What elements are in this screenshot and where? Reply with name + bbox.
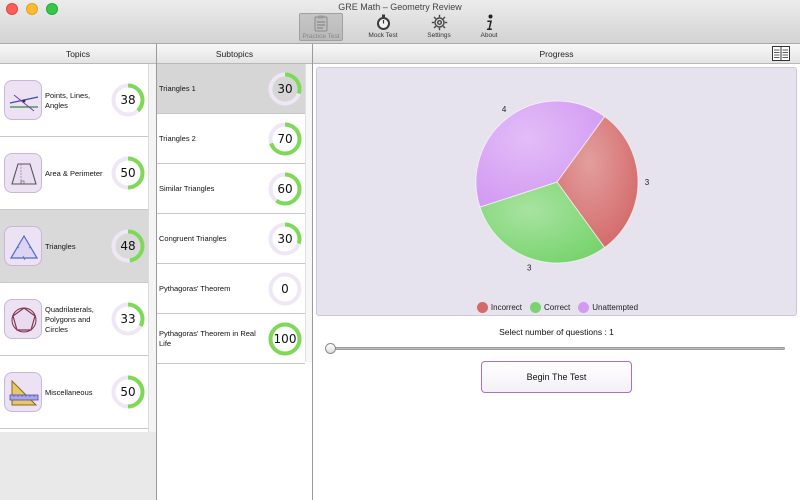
question-count-label: Select number of questions : 1 [499,327,614,337]
window-title: GRE Math – Geometry Review [338,2,462,12]
subtopic-item[interactable]: Pythagoras' Theorem in Real Life 100 [157,314,305,364]
gear-icon [431,14,447,31]
progress-value: 30 [277,232,293,246]
progress-ring: 48 [111,229,145,263]
progress-ring: 100 [268,322,302,356]
polygon-circle-icon [4,299,42,339]
chart-legend: Incorrect Correct Unattempted [317,302,798,313]
progress-ring: 0 [268,272,302,306]
toolbar-label: Practice Test [302,33,340,40]
triangle-icon [4,226,42,266]
progress-value: 100 [273,332,297,346]
chart-panel: 3 3 4 Incorrect Correct Unattempted [316,67,797,316]
subtopic-label: Pythagoras' Theorem in Real Life [159,329,256,348]
subtopic-item[interactable]: Triangles 2 70 [157,114,305,164]
topics-scrollbar[interactable] [148,64,156,432]
topic-label: Triangles [45,241,76,251]
toolbar-practice-test[interactable]: Practice Test [299,13,343,41]
progress-ring: 50 [111,156,145,190]
progress-ring: 70 [268,122,302,156]
progress-header: Progress [313,44,800,64]
subtopic-label: Similar Triangles [159,184,215,193]
topics-pane: Points, Lines, Angles 38 Area & Perimete… [0,64,156,500]
legend-item: Incorrect [476,302,523,313]
legend-label: Unattempted [592,303,639,312]
topic-label: Points, Lines, Angles [45,90,91,110]
toolbar-label: Settings [427,32,451,39]
subtopic-label: Triangles 2 [159,134,196,143]
question-count-slider[interactable] [329,347,785,350]
slider-knob[interactable] [325,343,336,354]
subtopic-label: Congruent Triangles [159,234,227,243]
topic-item[interactable]: Points, Lines, Angles 38 [0,64,148,137]
subtopics-pane: Triangles 1 30 Triangles 2 70 Similar Tr… [157,64,312,500]
progress-value: 38 [120,93,136,107]
progress-ring: 30 [268,222,302,256]
legend-label: Correct [544,303,571,312]
progress-pane: 3 3 4 Incorrect Correct Unattempted Select… [313,64,800,500]
trapezoid-icon [4,153,42,193]
progress-value: 33 [120,312,136,326]
subtopic-item[interactable]: Triangles 1 30 [157,64,305,114]
app-window: GRE Math – Geometry Review Practice Test… [0,0,800,500]
topics-list: Points, Lines, Angles 38 Area & Perimete… [0,64,148,432]
topic-label: Miscellaneous [45,387,93,397]
pie-chart: 3 3 4 [475,100,650,273]
book-icon[interactable] [772,46,790,61]
legend-item: Unattempted [578,302,638,313]
toolbar-label: Mock Test [368,32,398,39]
lines-angles-icon [4,80,42,120]
progress-value: 70 [277,132,293,146]
clipboard-icon [314,15,328,32]
legend-swatch [578,302,590,313]
progress-ring: 60 [268,172,302,206]
subtopics-scrollbar[interactable] [305,64,312,362]
ruler-icon [4,372,42,412]
progress-value: 0 [281,282,289,296]
topic-item[interactable]: Area & Perimeter 50 [0,137,148,210]
progress-value: 50 [120,166,136,180]
topic-item[interactable]: Quadrilaterals, Polygons and Circles 33 [0,283,148,356]
subtopic-item[interactable]: Similar Triangles 60 [157,164,305,214]
topic-label: Area & Perimeter [45,168,103,178]
progress-value: 50 [120,385,136,399]
info-icon [486,14,492,30]
topic-item[interactable]: Triangles 48 [0,210,148,283]
legend-swatch [476,302,488,313]
progress-ring: 33 [111,302,145,336]
subtopic-label: Triangles 1 [159,84,196,93]
toolbar-label: About [480,32,498,39]
progress-ring: 38 [111,83,145,117]
toolbar-mock-test[interactable]: Mock Test [361,13,405,41]
toolbar-about[interactable]: About [467,13,511,41]
legend-label: Incorrect [490,303,523,312]
progress-ring: 30 [268,72,302,106]
progress-value: 30 [277,82,293,96]
pie-value-label: 3 [527,264,532,273]
subtopic-label: Pythagoras' Theorem [159,284,231,293]
subtopics-header: Subtopics [157,44,312,64]
toolbar-settings[interactable]: Settings [417,13,461,41]
legend-item: Correct [530,302,570,313]
stopwatch-icon [376,14,390,30]
subtopic-item[interactable]: Congruent Triangles 30 [157,214,305,264]
topic-item[interactable]: Miscellaneous 50 [0,356,148,429]
progress-ring: 50 [111,375,145,409]
subtopic-item[interactable]: Pythagoras' Theorem 0 [157,264,305,314]
progress-value: 48 [120,239,136,253]
title-bar: GRE Math – Geometry Review Practice Test… [0,0,800,44]
pie-value-label: 4 [502,105,507,114]
begin-test-button[interactable]: Begin The Test [481,361,632,393]
pie-value-label: 3 [645,178,650,187]
topic-label: Quadrilaterals, Polygons and Circles [45,304,94,334]
progress-value: 60 [277,182,293,196]
legend-swatch [530,302,542,313]
topics-header: Topics [0,44,156,64]
